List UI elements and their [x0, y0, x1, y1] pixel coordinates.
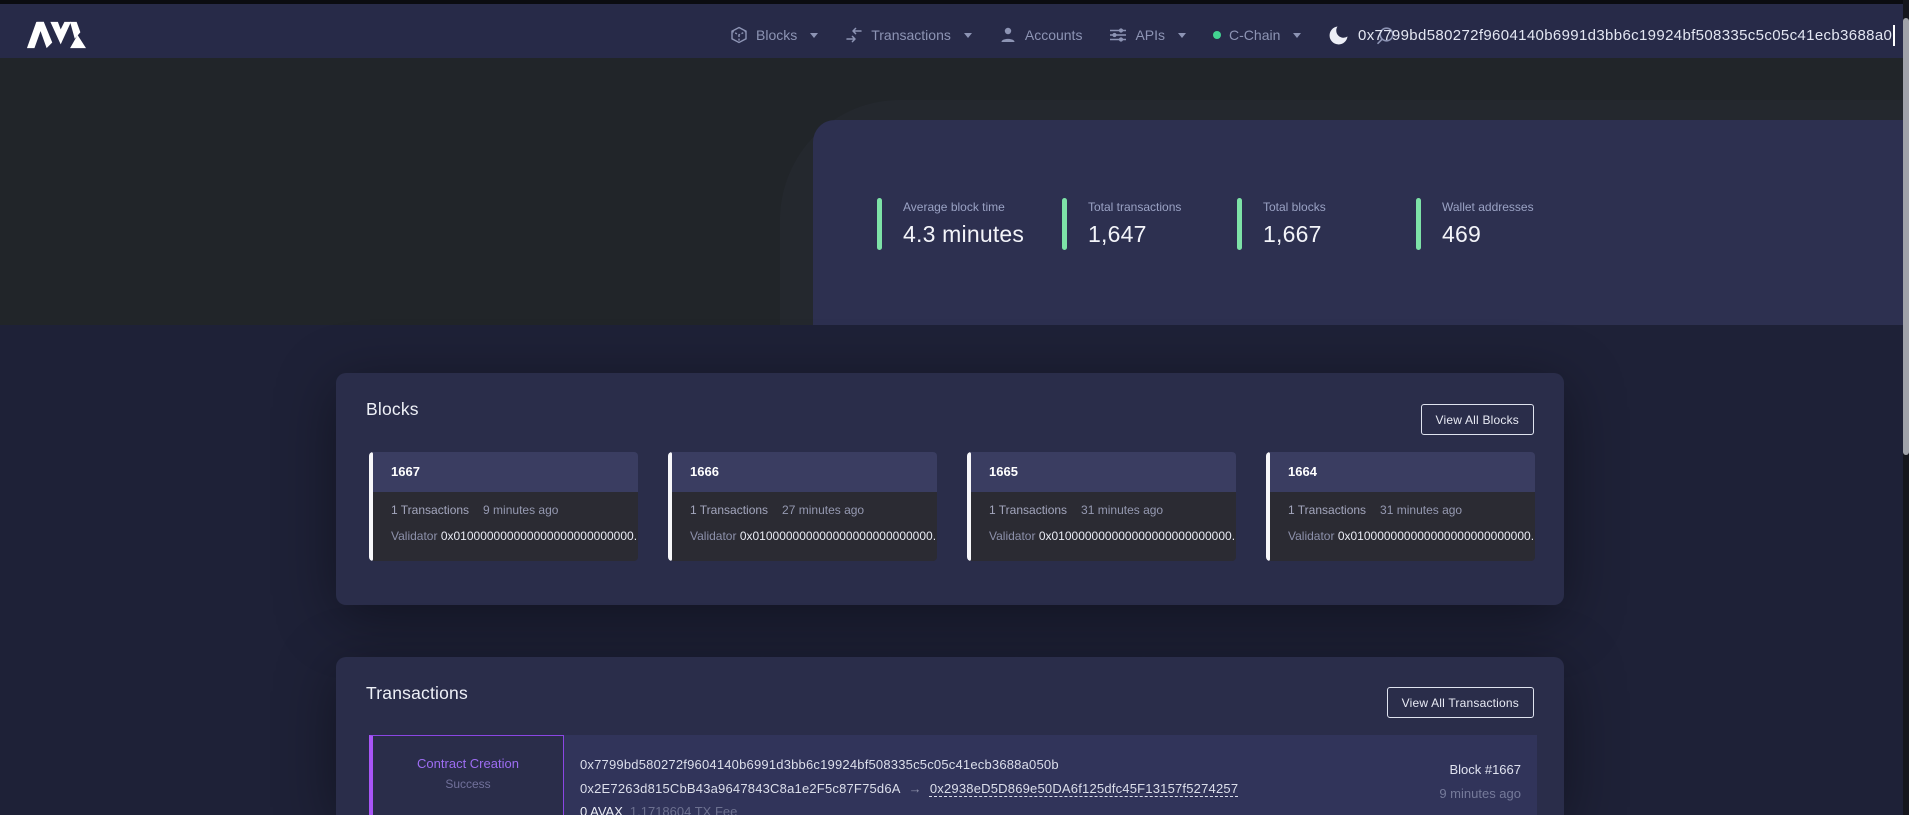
view-all-blocks-button[interactable]: View All Blocks — [1421, 404, 1534, 435]
block-number: 1665 — [971, 452, 1236, 492]
block-time-ago: 31 minutes ago — [1380, 503, 1462, 517]
block-card-1666[interactable]: 1666 1 Transactions 27 minutes ago Valida… — [668, 452, 937, 561]
block-card-1665[interactable]: 1665 1 Transactions 31 minutes ago Valida… — [967, 452, 1236, 561]
nav-menu: Blocks Transactions Accounts — [730, 8, 1395, 62]
validator-address: 0x010000000000000000000000000... — [1039, 529, 1236, 543]
block-card-1667[interactable]: 1667 1 Transactions 9 minutes ago Validat… — [369, 452, 638, 561]
validator-address: 0x010000000000000000000000000... — [441, 529, 638, 543]
stat-total-transactions: Total transactions 1,647 — [1062, 198, 1181, 250]
stat-wallet-addresses: Wallet addresses 469 — [1416, 198, 1534, 250]
validator-label: Validator — [391, 529, 437, 543]
transaction-details: 0x7799bd580272f9604140b6991d3bb6c19924bf… — [564, 735, 1537, 815]
nav-item-transactions[interactable]: Transactions — [845, 26, 972, 44]
stat-label: Total transactions — [1088, 200, 1181, 214]
stat-label: Total blocks — [1263, 200, 1326, 214]
nav-item-label: Transactions — [871, 27, 951, 43]
validator-label: Validator — [989, 529, 1035, 543]
block-tx-count: 1 Transactions — [391, 503, 469, 517]
block-number: 1664 — [1270, 452, 1535, 492]
swap-arrows-icon — [845, 26, 863, 44]
scrollbar-thumb[interactable] — [1903, 18, 1909, 455]
validator-address: 0x010000000000000000000000000... — [1338, 529, 1535, 543]
blocks-section-title: Blocks — [366, 399, 419, 420]
nav-item-accounts[interactable]: Accounts — [999, 26, 1083, 44]
transaction-row[interactable]: Contract Creation Success 0x7799bd580272… — [369, 735, 1537, 815]
chevron-down-icon — [810, 33, 818, 38]
nav-item-apis[interactable]: APIs — [1109, 26, 1186, 44]
stat-accent-bar — [1062, 198, 1067, 250]
theme-toggle[interactable] — [1328, 25, 1349, 46]
navbar: Blocks Transactions Accounts — [0, 4, 1909, 58]
transaction-time-ago: 9 minutes ago — [1439, 786, 1521, 801]
nav-item-blocks[interactable]: Blocks — [730, 26, 818, 44]
validator-label: Validator — [1288, 529, 1334, 543]
block-number: 1666 — [672, 452, 937, 492]
moon-icon — [1328, 25, 1349, 46]
nav-item-label: C-Chain — [1229, 27, 1280, 43]
chevron-down-icon — [964, 33, 972, 38]
block-time-ago: 31 minutes ago — [1081, 503, 1163, 517]
transaction-to-address[interactable]: 0x2938eD5D869e50DA6f125dfc45F13157f52742… — [930, 781, 1238, 796]
transaction-from-address: 0x2E7263d815CbB43a9647843C8a1e2F5c87F75d… — [580, 781, 901, 796]
stat-label: Average block time — [903, 200, 1024, 214]
status-dot-green-icon — [1213, 31, 1221, 39]
blocks-section: Blocks View All Blocks 1667 1 Transactio… — [336, 373, 1564, 605]
stat-value: 1,647 — [1088, 221, 1181, 248]
stat-total-blocks: Total blocks 1,667 — [1237, 198, 1326, 250]
validator-label: Validator — [690, 529, 736, 543]
stat-label: Wallet addresses — [1442, 200, 1534, 214]
validator-address: 0x010000000000000000000000000... — [740, 529, 937, 543]
transaction-block-link[interactable]: Block #1667 — [1449, 762, 1521, 777]
view-all-transactions-button[interactable]: View All Transactions — [1387, 687, 1534, 718]
stat-value: 1,667 — [1263, 221, 1326, 248]
transaction-status-box: Contract Creation Success — [369, 735, 564, 815]
sliders-icon — [1109, 26, 1127, 44]
block-number: 1667 — [373, 452, 638, 492]
stat-accent-bar — [877, 198, 882, 250]
block-card-1664[interactable]: 1664 1 Transactions 31 minutes ago Valida… — [1266, 452, 1535, 561]
block-time-ago: 27 minutes ago — [782, 503, 864, 517]
stat-average-block-time: Average block time 4.3 minutes — [877, 198, 1024, 250]
transactions-section: Transactions View All Transactions Contr… — [336, 657, 1564, 815]
transaction-amount: 0 AVAX — [580, 804, 623, 815]
block-tx-count: 1 Transactions — [989, 503, 1067, 517]
chevron-down-icon — [1178, 33, 1186, 38]
block-tx-count: 1 Transactions — [1288, 503, 1366, 517]
stat-accent-bar — [1416, 198, 1421, 250]
nav-item-label: Accounts — [1025, 27, 1083, 43]
nav-item-label: APIs — [1135, 27, 1165, 43]
nav-item-cchain[interactable]: C-Chain — [1213, 27, 1301, 43]
transaction-hash[interactable]: 0x7799bd580272f9604140b6991d3bb6c19924bf… — [580, 757, 1059, 772]
transactions-section-title: Transactions — [366, 683, 468, 704]
stat-value: 4.3 minutes — [903, 221, 1024, 248]
avalanche-logo-icon[interactable] — [24, 20, 88, 50]
cube-icon — [730, 26, 748, 44]
arrow-right-icon: → — [909, 781, 922, 796]
nav-item-label: Blocks — [756, 27, 797, 43]
stat-accent-bar — [1237, 198, 1242, 250]
block-time-ago: 9 minutes ago — [483, 503, 558, 517]
chevron-down-icon — [1293, 33, 1301, 38]
stat-value: 469 — [1442, 221, 1534, 248]
transaction-type: Contract Creation — [373, 756, 563, 771]
block-tx-count: 1 Transactions — [690, 503, 768, 517]
search-input[interactable] — [1358, 8, 1892, 62]
person-icon — [999, 26, 1017, 44]
transaction-fee: 1.1718604 TX Fee — [630, 804, 737, 815]
text-caret — [1893, 25, 1895, 46]
transaction-status: Success — [373, 777, 563, 791]
